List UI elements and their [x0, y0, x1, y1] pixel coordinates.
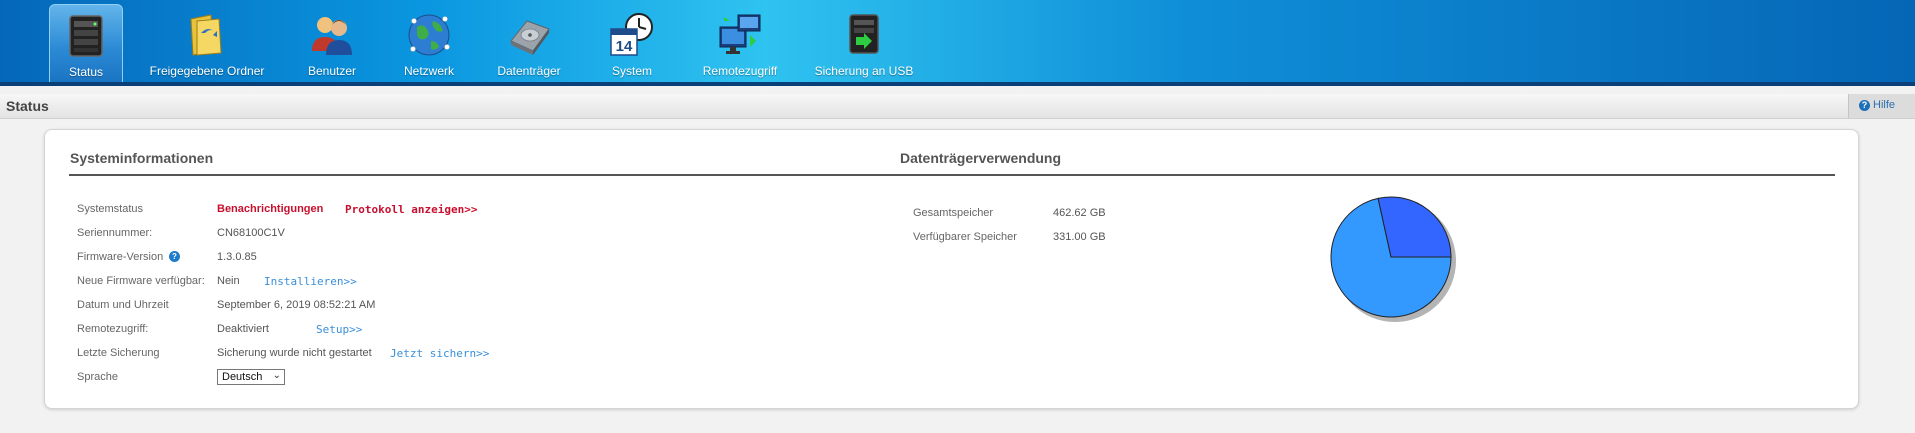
nav-usb-backup[interactable]: Sicherung an USB: [812, 4, 916, 82]
language-select[interactable]: Deutsch ⌄: [217, 369, 285, 385]
last-backup-value: Sicherung wurde nicht gestartet: [217, 347, 372, 359]
row-total-storage: Gesamtspeicher 462.62 GB: [913, 204, 1213, 224]
page-title: Status: [6, 98, 49, 114]
row-last-backup: Letzte Sicherung Sicherung wurde nicht g…: [77, 344, 577, 364]
row-new-firmware: Neue Firmware verfügbar: Nein Installier…: [77, 272, 577, 292]
system-info-title: Systeminformationen: [70, 150, 214, 166]
firmware-info-icon[interactable]: ?: [169, 251, 180, 262]
shared-folder-icon: [190, 14, 222, 56]
system-status-value: Benachrichtigungen: [217, 203, 324, 215]
install-firmware-link[interactable]: Installieren>>: [264, 275, 357, 288]
total-storage-value: 462.62 GB: [1053, 207, 1106, 219]
section-divider: [69, 174, 1835, 176]
users-icon: [312, 17, 352, 55]
nav-label: Remotezugriff: [702, 64, 778, 78]
pie-slice-used: [1377, 196, 1452, 258]
nav-shared-folders[interactable]: Freigegebene Ordner: [145, 4, 269, 82]
nav-label: Datenträger: [497, 64, 561, 78]
row-available-storage: Verfügbarer Speicher 331.00 GB: [913, 228, 1213, 248]
nav-status[interactable]: Status: [49, 4, 123, 82]
row-serial-number: Seriennummer: CN68100C1V: [77, 224, 577, 244]
calendar-clock-icon: 14: [610, 13, 653, 56]
nav-users[interactable]: Benutzer: [293, 4, 371, 82]
date-time-label: Datum und Uhrzeit: [77, 299, 169, 311]
help-icon: ?: [1859, 100, 1870, 111]
language-label: Sprache: [77, 371, 118, 383]
last-backup-label: Letzte Sicherung: [77, 347, 160, 359]
nav-system[interactable]: 14 System: [595, 4, 669, 82]
remote-setup-link[interactable]: Setup>>: [316, 323, 362, 336]
nav-label: Freigegebene Ordner: [149, 64, 265, 78]
backup-now-link[interactable]: Jetzt sichern>>: [390, 347, 489, 360]
available-storage-label: Verfügbarer Speicher: [913, 231, 1017, 243]
row-remote-access: Remotezugriff: Deaktiviert Setup>>: [77, 320, 577, 340]
disk-usage-title: Datenträgerverwendung: [900, 150, 1062, 166]
serial-number-label: Seriennummer:: [77, 227, 153, 239]
firmware-version-value: 1.3.0.85: [217, 251, 257, 263]
language-selected-value: Deutsch: [222, 371, 263, 383]
nav-storage[interactable]: Datenträger: [487, 4, 571, 82]
remote-access-icon: [719, 14, 761, 54]
new-firmware-value: Nein: [217, 275, 240, 287]
firmware-version-label: Firmware-Version: [77, 251, 164, 263]
help-button[interactable]: ? Hilfe: [1848, 94, 1915, 118]
help-label: Hilfe: [1873, 99, 1896, 111]
page-header: Status ? Hilfe: [0, 94, 1915, 119]
remote-access-value: Deaktiviert: [217, 323, 269, 335]
nav-label: Status: [68, 65, 104, 79]
total-storage-label: Gesamtspeicher: [913, 207, 994, 219]
remote-access-label: Remotezugriff:: [77, 323, 149, 335]
nas-device-icon: [69, 15, 103, 57]
network-globe-icon: [408, 14, 450, 56]
nav-label: Sicherung an USB: [814, 64, 914, 78]
chevron-down-icon: ⌄: [272, 370, 281, 381]
available-storage-value: 331.00 GB: [1053, 231, 1106, 243]
system-status-label: Systemstatus: [77, 203, 144, 215]
nav-label: Benutzer: [307, 64, 357, 78]
status-panel: Systeminformationen Datenträgerverwendun…: [44, 129, 1859, 409]
usb-backup-icon: [849, 14, 879, 54]
row-language: Sprache Deutsch ⌄: [77, 368, 577, 388]
nav-network[interactable]: Netzwerk: [391, 4, 467, 82]
nav-remote-access[interactable]: Remotezugriff: [695, 4, 785, 82]
date-time-value: September 6, 2019 08:52:21 AM: [217, 299, 376, 311]
disk-usage-pie-chart: [1330, 196, 1456, 322]
row-firmware-version: Firmware-Version ? 1.3.0.85: [77, 248, 577, 268]
nav-label: Netzwerk: [403, 64, 454, 78]
new-firmware-label: Neue Firmware verfügbar:: [77, 275, 205, 287]
serial-number-value: CN68100C1V: [217, 227, 285, 239]
row-system-status: Systemstatus Benachrichtigungen Protokol…: [77, 200, 577, 220]
topbar-divider: [0, 82, 1915, 86]
row-date-time: Datum und Uhrzeit September 6, 2019 08:5…: [77, 296, 577, 316]
top-navigation-bar: Status Freigegebene Ordner Benutzer Netz…: [0, 0, 1915, 86]
hard-drive-icon: [510, 20, 550, 55]
view-log-link[interactable]: Protokoll anzeigen>>: [345, 203, 477, 216]
nav-label: System: [611, 64, 652, 78]
calendar-day: 14: [616, 38, 633, 55]
